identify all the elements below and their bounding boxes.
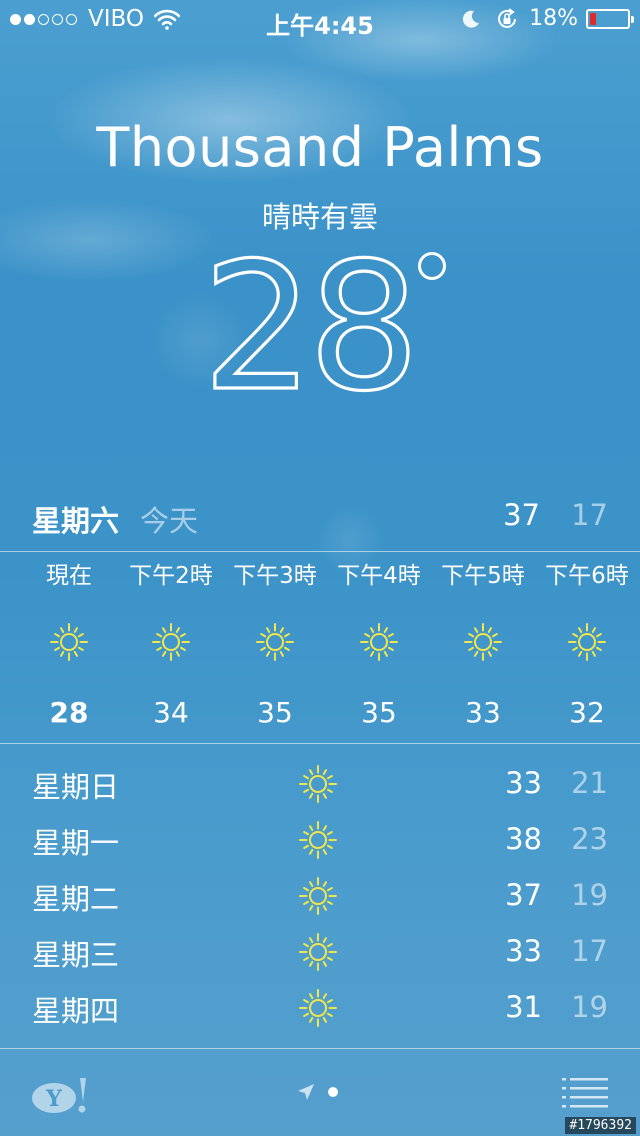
sun-icon (568, 623, 606, 661)
sun-icon (299, 877, 337, 915)
day-high: 38 (505, 822, 542, 856)
daily-row: 星期二 37 19 (0, 866, 640, 922)
day-high: 33 (505, 766, 542, 800)
hour-temp: 35 (257, 696, 293, 729)
status-right: 18% (461, 6, 634, 31)
battery-percent: 18% (529, 6, 578, 31)
hour-label: 現在 (46, 563, 92, 589)
hourly-forecast[interactable]: 現在 28 下午2時 34 下午3時 35 下午4時 35 下午5時 33 下午… (0, 560, 640, 740)
sun-icon (299, 765, 337, 803)
day-name: 星期日 (32, 770, 120, 804)
daily-forecast: 星期日 33 21 星期一 38 23 星期二 37 19 星期三 33 17 … (0, 754, 640, 1034)
hour-temp: 28 (49, 696, 89, 729)
day-high: 37 (505, 878, 542, 912)
day-low: 17 (571, 934, 608, 968)
battery-icon (586, 8, 634, 29)
hour-temp: 35 (361, 696, 397, 729)
hourly-item: 下午4時 35 (327, 560, 431, 729)
lock-rotation-icon (498, 7, 517, 28)
hourly-item: 下午3時 35 (223, 560, 327, 729)
day-name: 星期一 (32, 826, 120, 860)
sun-icon (50, 623, 88, 661)
hour-label: 下午4時 (337, 563, 421, 589)
day-high: 33 (505, 934, 542, 968)
degree-symbol (418, 252, 446, 280)
hour-temp: 34 (153, 696, 189, 729)
weather-screen: VIBO 上午4:45 18% Thousand Palms 晴時有雲 28 星… (0, 0, 640, 1136)
today-label: 今天 (140, 504, 199, 538)
today-summary: 星期六 今天 37 17 (0, 492, 640, 540)
day-low: 23 (571, 822, 608, 856)
location-arrow-icon (298, 1084, 314, 1100)
hour-label: 下午2時 (129, 563, 213, 589)
hourly-item: 下午5時 33 (431, 560, 535, 729)
hourly-item: 現在 28 (17, 560, 121, 729)
day-high: 31 (505, 990, 542, 1024)
day-name: 星期二 (32, 882, 120, 916)
day-name: 星期四 (32, 994, 120, 1028)
today-day-name: 星期六 (32, 504, 120, 538)
sun-icon (299, 933, 337, 971)
moon-icon (463, 10, 480, 28)
current-temperature-value: 28 (202, 228, 414, 408)
daily-row: 星期四 31 19 (0, 978, 640, 1034)
hourly-item: 下午6時 32 (535, 560, 639, 729)
current-temperature-display: 28 (200, 228, 421, 408)
hour-label: 下午5時 (441, 563, 525, 589)
sun-icon (360, 623, 398, 661)
day-low: 19 (571, 990, 608, 1024)
current-temperature: 28 (0, 228, 640, 408)
hourly-item: 下午2時 34 (119, 560, 223, 729)
battery-level (590, 12, 596, 25)
page-dot (328, 1087, 338, 1097)
hour-label: 下午6時 (545, 563, 629, 589)
sun-icon (299, 821, 337, 859)
hour-temp: 32 (569, 696, 605, 729)
hour-label: 下午3時 (233, 563, 317, 589)
svg-text:Y: Y (45, 1086, 62, 1112)
day-name: 星期三 (32, 938, 120, 972)
sun-icon (464, 623, 502, 661)
watermark: #1796392 (565, 1117, 636, 1134)
status-bar: VIBO 上午4:45 18% (0, 0, 640, 40)
sun-icon (299, 989, 337, 1027)
daily-row: 星期三 33 17 (0, 922, 640, 978)
daily-row: 星期日 33 21 (0, 754, 640, 810)
divider (0, 1048, 640, 1049)
list-icon[interactable] (562, 1076, 608, 1108)
sun-icon (152, 623, 190, 661)
divider (0, 551, 640, 552)
page-indicator[interactable] (296, 1082, 338, 1102)
sun-icon (256, 623, 294, 661)
day-low: 21 (571, 766, 608, 800)
yahoo-icon[interactable]: Y (30, 1074, 90, 1116)
daily-row: 星期一 38 23 (0, 810, 640, 866)
today-high: 37 (503, 498, 540, 532)
hour-temp: 33 (465, 696, 501, 729)
city-name: Thousand Palms (96, 116, 544, 179)
day-low: 19 (571, 878, 608, 912)
today-low: 17 (571, 498, 608, 532)
divider (0, 743, 640, 744)
bottom-toolbar: Y (0, 1050, 640, 1136)
